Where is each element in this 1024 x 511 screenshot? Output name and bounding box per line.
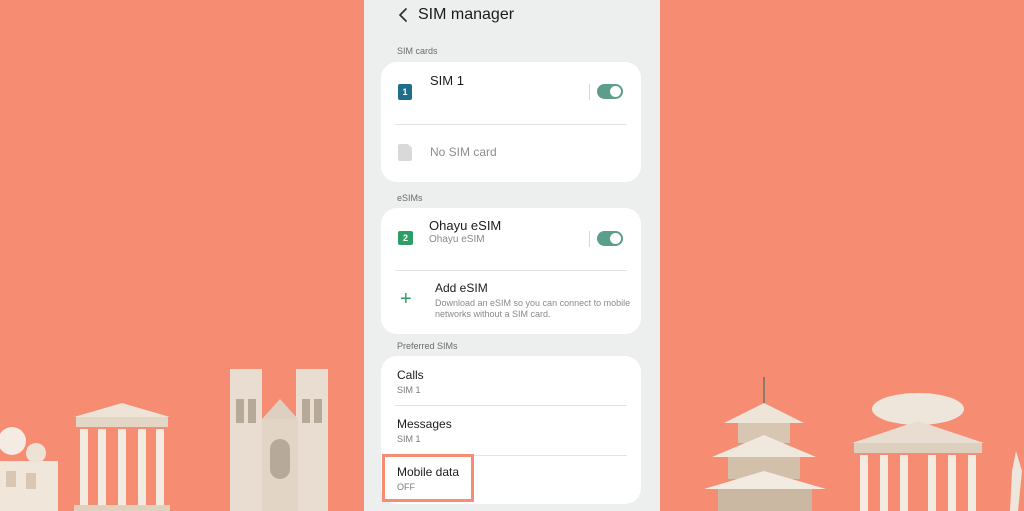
app-header: SIM manager xyxy=(364,0,660,36)
sim-name: No SIM card xyxy=(430,145,497,159)
preferred-row-messages[interactable]: Messages SIM 1 xyxy=(381,406,641,455)
sim-cards-card: 1 SIM 1 No SIM card xyxy=(381,62,641,182)
add-esim-title: Add eSIM xyxy=(435,281,488,295)
preferred-label: Messages xyxy=(397,417,452,431)
page-title: SIM manager xyxy=(418,6,515,23)
section-label-preferred-sims: Preferred SIMs xyxy=(397,341,458,351)
preferred-value: SIM 1 xyxy=(397,385,421,395)
phone-screen: SIM manager SIM cards 1 SIM 1 No SIM car… xyxy=(364,0,660,511)
section-label-sim-cards: SIM cards xyxy=(397,46,438,56)
divider xyxy=(589,231,590,247)
esim-name: Ohayu eSIM xyxy=(429,218,502,233)
preferred-row-mobile-data[interactable]: Mobile data OFF xyxy=(382,454,474,502)
preferred-label: Calls xyxy=(397,368,424,382)
sim-row-sim1[interactable]: 1 SIM 1 xyxy=(381,62,641,124)
add-esim-row[interactable]: + Add eSIM Download an eSIM so you can c… xyxy=(381,271,641,334)
taj-mahal-illustration xyxy=(0,427,58,511)
plus-icon: + xyxy=(400,288,412,310)
cathedral-illustration xyxy=(230,369,328,511)
greek-temple-illustration xyxy=(74,403,170,511)
preferred-value: SIM 1 xyxy=(397,434,421,444)
redaction-mask xyxy=(501,212,585,232)
esim-subtitle: Ohayu eSIM xyxy=(429,234,485,245)
add-esim-description: Download an eSIM so you can connect to m… xyxy=(435,298,631,319)
sim-row-empty[interactable]: No SIM card xyxy=(381,125,641,182)
preferred-value: OFF xyxy=(397,482,415,492)
statue-illustration xyxy=(1010,451,1022,511)
sim-1-icon: 1 xyxy=(398,84,412,100)
section-label-esims: eSIMs xyxy=(397,193,423,203)
redaction-mask xyxy=(501,238,563,256)
sim-card-icon xyxy=(398,144,412,161)
preferred-row-calls[interactable]: Calls SIM 1 xyxy=(381,356,641,405)
sim-name: SIM 1 xyxy=(430,73,464,88)
pantheon-illustration xyxy=(852,393,984,511)
esim-row-ohayu[interactable]: 2 Ohayu eSIM Ohayu eSIM xyxy=(381,208,641,270)
pagoda-illustration xyxy=(704,377,826,511)
esim-2-icon: 2 xyxy=(398,231,413,245)
divider xyxy=(589,84,590,100)
preferred-label: Mobile data xyxy=(397,465,460,479)
esims-card: 2 Ohayu eSIM Ohayu eSIM + Add eSIM Downl… xyxy=(381,208,641,334)
esim-toggle[interactable] xyxy=(597,231,623,246)
chevron-left-icon[interactable] xyxy=(392,4,414,26)
sim-1-toggle[interactable] xyxy=(597,84,623,99)
